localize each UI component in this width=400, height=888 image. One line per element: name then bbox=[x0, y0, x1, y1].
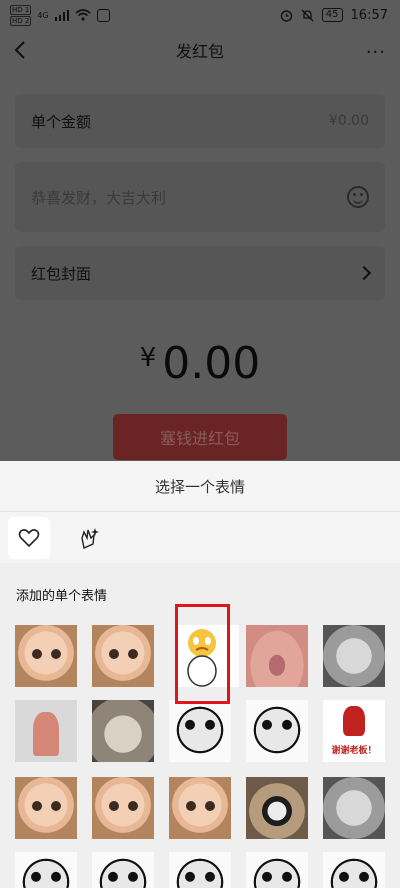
cover-row[interactable]: 红包封面 bbox=[15, 246, 385, 300]
emoji-picker-icon[interactable] bbox=[347, 186, 369, 208]
cover-label: 红包封面 bbox=[31, 264, 92, 283]
sticker-item[interactable] bbox=[15, 700, 77, 762]
battery-indicator: 45 bbox=[321, 8, 343, 22]
sticker-item[interactable] bbox=[246, 777, 308, 839]
sim-indicator: HD 1 HD 2 bbox=[10, 4, 32, 26]
sticker-item[interactable] bbox=[92, 625, 154, 687]
sticker-item[interactable] bbox=[15, 625, 77, 687]
amount-field[interactable]: 单个金额 ¥0.00 bbox=[15, 94, 385, 148]
chevron-right-icon bbox=[356, 265, 372, 281]
heart-icon bbox=[18, 528, 40, 547]
sticker-item[interactable] bbox=[323, 777, 385, 839]
amount-input[interactable]: ¥0.00 bbox=[329, 113, 369, 129]
selection-highlight bbox=[175, 604, 230, 704]
nav-bar: 发红包 ··· bbox=[0, 30, 400, 70]
sticker-item[interactable] bbox=[92, 777, 154, 839]
app-notification-icon bbox=[96, 8, 110, 22]
sticker-item[interactable] bbox=[246, 625, 308, 687]
mute-icon bbox=[301, 9, 314, 21]
sim1-label: HD 1 bbox=[10, 4, 32, 15]
sticker-tabs bbox=[0, 511, 400, 563]
sticker-caption: 谢谢老板！ bbox=[331, 746, 377, 756]
sim2-label: HD 2 bbox=[10, 15, 32, 26]
greeting-field[interactable]: 恭喜发财，大吉大利 bbox=[15, 162, 385, 232]
tab-favorites[interactable] bbox=[8, 516, 50, 559]
sticker-item[interactable] bbox=[92, 700, 154, 762]
sticker-item[interactable] bbox=[169, 777, 231, 839]
signal-icon bbox=[54, 9, 69, 21]
network-label: 4G bbox=[37, 10, 49, 20]
more-button[interactable]: ··· bbox=[366, 42, 386, 63]
sticker-item[interactable] bbox=[323, 625, 385, 687]
total-value: 0.00 bbox=[162, 338, 261, 389]
currency-symbol: ¥ bbox=[139, 343, 157, 373]
page-title: 发红包 bbox=[175, 42, 224, 61]
sticker-item[interactable] bbox=[92, 852, 154, 888]
sticker-item[interactable] bbox=[169, 700, 231, 762]
total-amount: ¥0.00 bbox=[0, 338, 400, 389]
greeting-input[interactable]: 恭喜发财，大吉大利 bbox=[31, 187, 166, 208]
sticker-item[interactable] bbox=[169, 852, 231, 888]
back-button[interactable] bbox=[10, 36, 34, 64]
clock: 16:57 bbox=[350, 7, 388, 23]
tab-custom[interactable] bbox=[68, 517, 110, 559]
send-red-packet-button[interactable]: 塞钱进红包 bbox=[113, 414, 287, 460]
sticker-item[interactable]: 谢谢老板！ bbox=[323, 700, 385, 762]
sticker-item[interactable] bbox=[323, 852, 385, 888]
sticker-item[interactable] bbox=[15, 777, 77, 839]
chevron-left-icon bbox=[14, 41, 25, 59]
amount-label: 单个金额 bbox=[31, 112, 92, 131]
sparkle-hand-icon bbox=[81, 527, 99, 549]
sticker-item[interactable] bbox=[15, 852, 77, 888]
sheet-title: 选择一个表情 bbox=[0, 461, 400, 511]
alarm-icon bbox=[280, 9, 292, 22]
wifi-icon bbox=[75, 9, 91, 21]
sticker-item[interactable] bbox=[246, 700, 308, 762]
sticker-item[interactable] bbox=[246, 852, 308, 888]
status-bar: HD 1 HD 2 4G 45 16:57 bbox=[0, 0, 400, 30]
